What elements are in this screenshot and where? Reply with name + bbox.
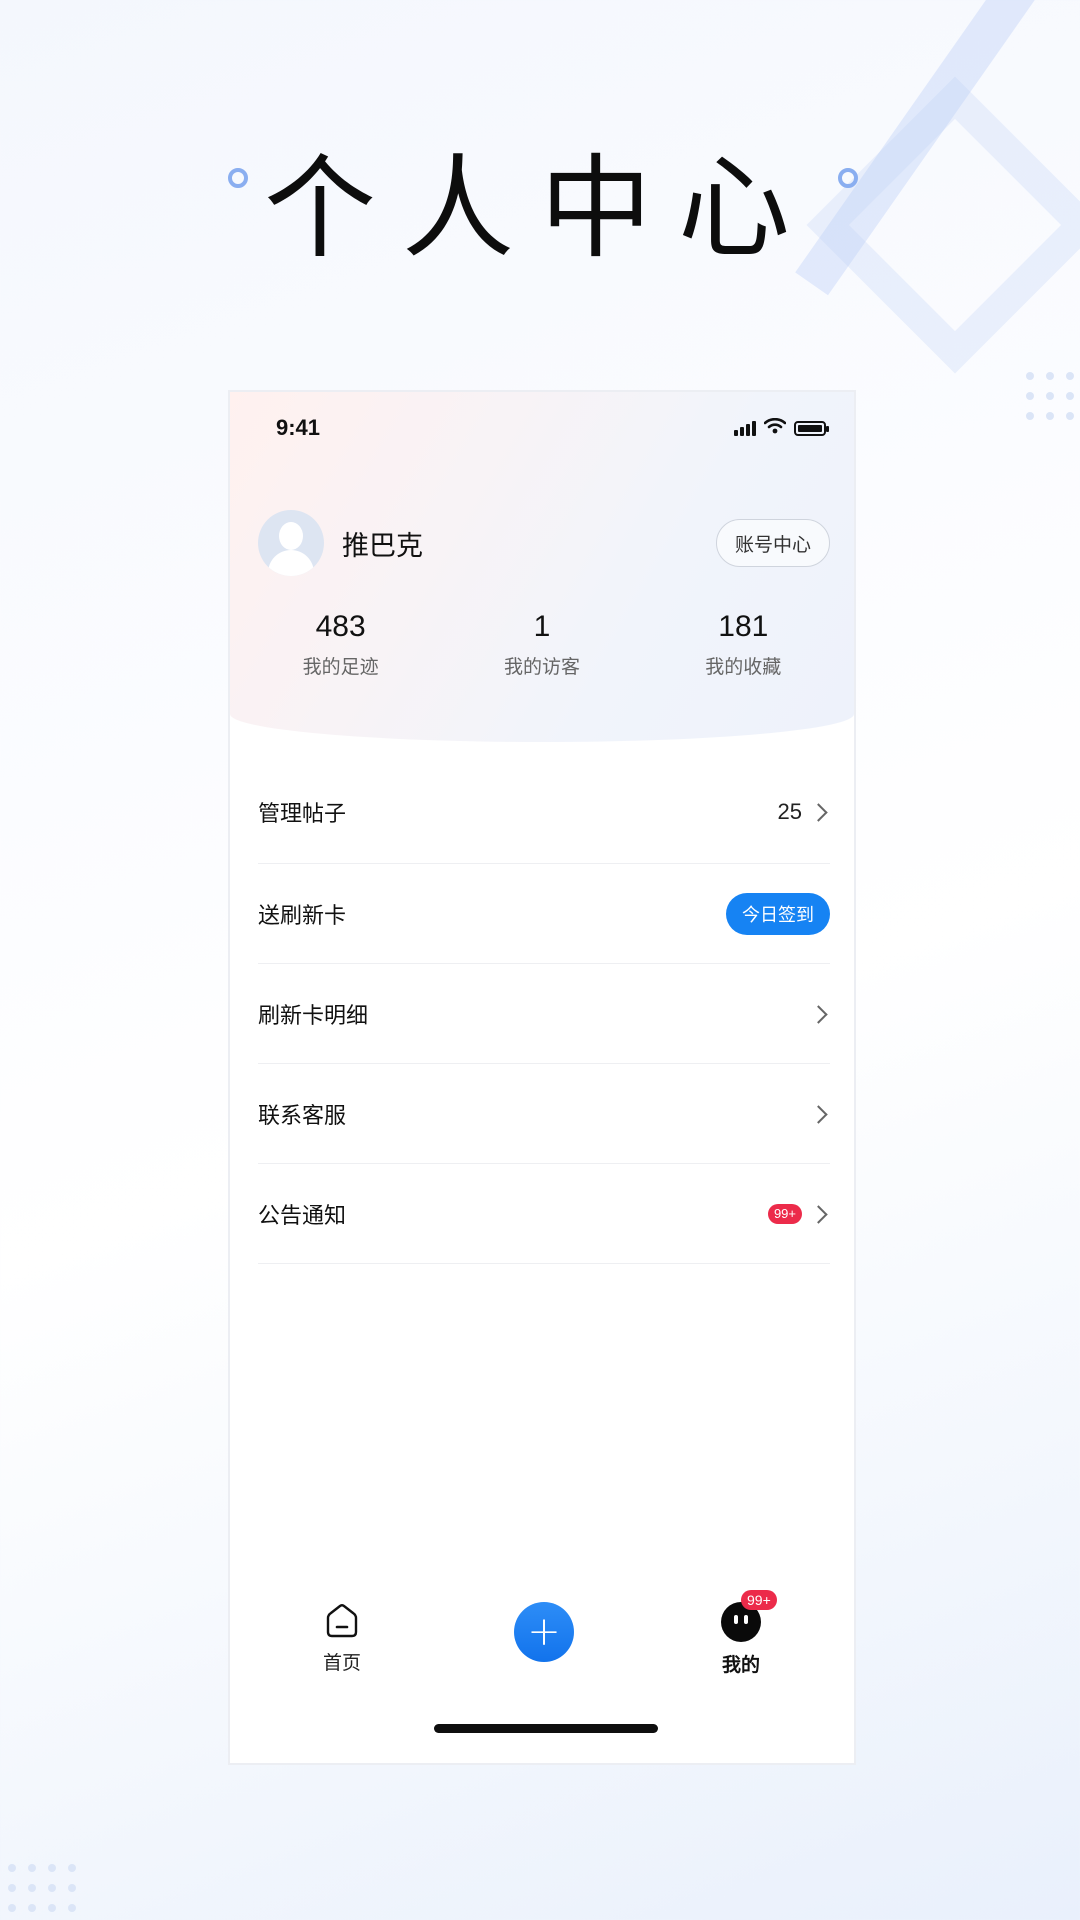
tab-mine[interactable]: 99+ 我的	[681, 1590, 801, 1677]
signal-icon	[734, 420, 756, 436]
tab-add[interactable]: +	[484, 1602, 604, 1662]
tab-home[interactable]: 首页	[282, 1602, 402, 1675]
post-count: 25	[777, 798, 802, 824]
menu-item-refresh-card-details[interactable]: 刷新卡明细	[258, 964, 830, 1064]
stat-footprints[interactable]: 483 我的足迹	[261, 610, 421, 679]
menu-item-label: 刷新卡明细	[258, 1003, 369, 1029]
username: 推巴克	[342, 530, 423, 562]
menu-item-label: 联系客服	[258, 1103, 347, 1129]
status-icons	[734, 417, 829, 438]
tab-bar: 首页 + 99+ 我的	[230, 1590, 854, 1692]
tab-label: 我的	[721, 1654, 760, 1676]
profile-row: 推巴克 账号中心	[258, 510, 830, 576]
notification-badge: 99+	[767, 1203, 802, 1224]
background-dots	[1026, 372, 1074, 420]
stat-label: 我的收藏	[705, 656, 782, 678]
stat-label: 我的足迹	[302, 656, 379, 678]
chevron-right-icon	[810, 1004, 830, 1024]
menu-item-announcements[interactable]: 公告通知 99+	[258, 1164, 830, 1264]
notification-badge: 99+	[741, 1590, 777, 1610]
daily-checkin-button[interactable]: 今日签到	[726, 892, 830, 935]
wifi-icon	[763, 417, 787, 438]
page-headline: 个人中心	[264, 144, 816, 274]
stat-label: 我的访客	[503, 656, 580, 678]
chevron-right-icon	[810, 1104, 830, 1124]
stats-row: 483 我的足迹 1 我的访客 181 我的收藏	[230, 610, 854, 679]
stat-value: 483	[315, 610, 366, 643]
stat-favorites[interactable]: 181 我的收藏	[663, 610, 823, 679]
menu-item-refresh-card: 送刷新卡 今日签到	[258, 864, 830, 964]
profile-face-icon: 99+	[721, 1590, 777, 1642]
stat-value: 181	[718, 610, 769, 643]
tab-label: 首页	[322, 1652, 361, 1674]
menu-item-label: 送刷新卡	[258, 903, 347, 929]
home-icon	[323, 1602, 361, 1640]
add-post-button[interactable]: +	[514, 1602, 574, 1662]
battery-icon	[794, 420, 829, 436]
stat-visitors[interactable]: 1 我的访客	[462, 610, 622, 679]
stat-value: 1	[533, 610, 551, 643]
chevron-right-icon	[810, 1204, 830, 1224]
status-bar: 9:41	[230, 408, 854, 448]
phone-screen: 9:41 推巴克 账号中心 483 我的足迹 1 我的访客 181 我的收藏 管…	[228, 390, 856, 1765]
chevron-right-icon	[810, 802, 830, 822]
status-time: 9:41	[276, 415, 321, 440]
background-dots	[8, 1864, 76, 1912]
menu-item-label: 管理帖子	[258, 801, 347, 827]
menu-list: 管理帖子 25 送刷新卡 今日签到 刷新卡明细 联系客服 公告通知 99+	[258, 760, 830, 1264]
menu-item-manage-posts[interactable]: 管理帖子 25	[258, 760, 830, 864]
home-indicator	[434, 1724, 658, 1733]
menu-item-customer-service[interactable]: 联系客服	[258, 1064, 830, 1164]
account-center-button[interactable]: 账号中心	[715, 519, 830, 567]
avatar[interactable]	[258, 510, 324, 576]
menu-item-label: 公告通知	[258, 1203, 347, 1229]
